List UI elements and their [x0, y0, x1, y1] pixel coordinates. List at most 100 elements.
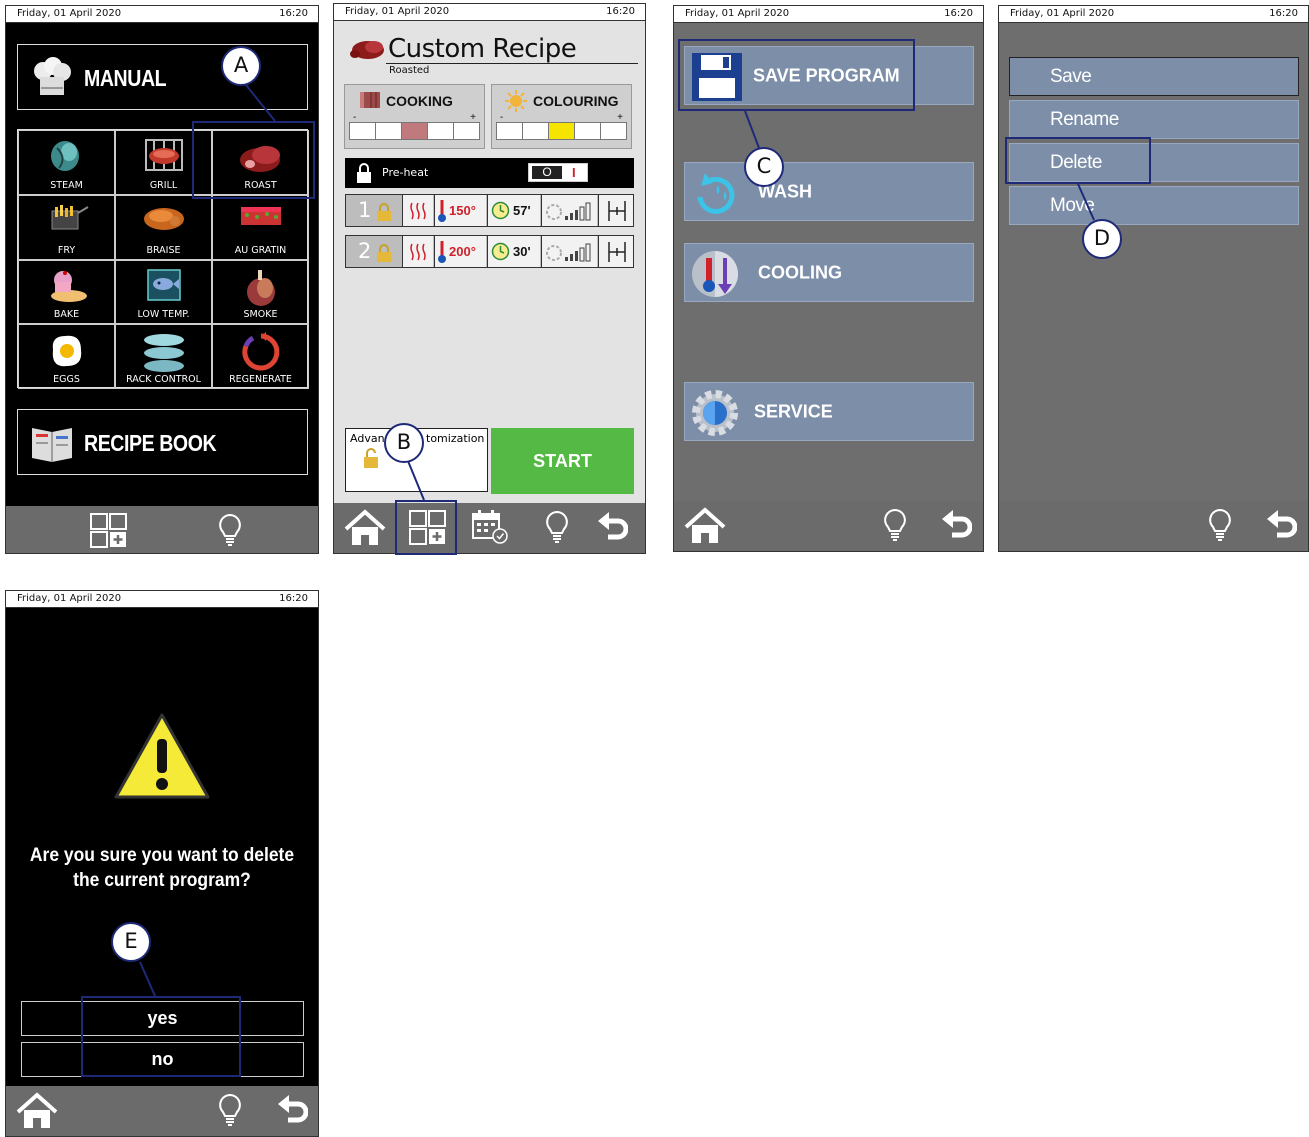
colouring-level-5[interactable] — [601, 123, 626, 139]
braise-icon — [143, 207, 184, 230]
mode-label: SMOKE — [243, 309, 278, 321]
temperature-cell[interactable]: 200° — [434, 236, 486, 267]
cooling-button[interactable]: COOLING — [684, 243, 974, 302]
callout-c: C — [744, 147, 784, 187]
question-line-1: Are you sure you want to delete — [29, 845, 295, 866]
advanced-label-left: Advan — [350, 432, 385, 445]
lock-icon — [357, 163, 371, 183]
mode-eggs[interactable]: EGGS — [18, 324, 115, 389]
manual-label: MANUAL — [84, 65, 167, 91]
toggle-on-label: I — [572, 165, 576, 180]
back-arrow-icon[interactable] — [1265, 507, 1297, 545]
colouring-level-4[interactable] — [575, 123, 600, 139]
mode-braise[interactable]: BRAISE — [115, 194, 212, 260]
status-bar: Friday, 01 April 2020 16:20 — [674, 6, 983, 23]
phase-number: 1 — [358, 198, 372, 222]
status-date: Friday, 01 April 2020 — [345, 6, 450, 17]
add-program-icon[interactable] — [89, 513, 129, 549]
temperature-cell[interactable]: 150° — [434, 195, 486, 226]
cooking-level-1[interactable] — [350, 123, 375, 139]
recipe-book-label: RECIPE BOOK — [84, 430, 217, 456]
calendar-icon[interactable] — [471, 509, 509, 545]
home-icon[interactable] — [16, 1092, 58, 1130]
rename-option[interactable]: Rename — [1009, 100, 1299, 139]
bottom-bar — [6, 1086, 318, 1136]
home-icon[interactable] — [684, 507, 726, 545]
recipe-book-button[interactable]: RECIPE BOOK — [17, 409, 308, 475]
grill-icon — [144, 139, 183, 171]
status-time: 16:20 — [279, 593, 308, 604]
rack-control-icon — [143, 334, 184, 373]
callout-d: D — [1082, 219, 1122, 259]
mode-low-temp[interactable]: LOW TEMP. — [115, 259, 212, 325]
highlight-add-program — [395, 500, 457, 555]
cooking-level-3[interactable] — [402, 123, 427, 139]
service-button[interactable]: SERVICE — [684, 382, 974, 441]
back-arrow-icon[interactable] — [596, 509, 628, 547]
toggle-off-label: O — [542, 165, 552, 179]
advanced-label-right: tomization — [426, 432, 485, 445]
cooking-scale[interactable] — [349, 122, 480, 140]
phase-row-2[interactable]: 2 200° 30' — [345, 235, 634, 268]
status-time: 16:20 — [279, 8, 308, 19]
damper-cell[interactable] — [598, 195, 633, 226]
mode-label: LOW TEMP. — [137, 309, 190, 321]
lightbulb-icon[interactable] — [1207, 508, 1233, 542]
colouring-level-1[interactable] — [497, 123, 522, 139]
manual-button[interactable]: MANUAL — [17, 44, 308, 110]
lightbulb-icon[interactable] — [217, 1093, 243, 1127]
start-button[interactable]: START — [491, 428, 634, 494]
colouring-level-2[interactable] — [523, 123, 548, 139]
option-label: Save — [1050, 66, 1092, 87]
back-arrow-icon[interactable] — [940, 507, 972, 545]
preheat-label: Pre-heat — [382, 166, 429, 179]
mode-rack-control[interactable]: RACK CONTROL — [115, 324, 212, 389]
mode-label: REGENERATE — [229, 374, 292, 385]
mode-au-gratin[interactable]: AU GRATIN — [212, 194, 309, 260]
colouring-sun-icon — [505, 90, 527, 112]
time-cell[interactable]: 57' — [487, 195, 540, 226]
mode-steam[interactable]: STEAM — [18, 130, 115, 195]
lightbulb-icon[interactable] — [544, 510, 570, 544]
heat-cell[interactable] — [402, 195, 433, 226]
colouring-scale[interactable] — [496, 122, 627, 140]
home-icon[interactable] — [344, 509, 386, 547]
back-arrow-icon[interactable] — [276, 1092, 308, 1130]
move-option[interactable]: Move — [1009, 186, 1299, 225]
heat-waves-icon — [410, 243, 426, 261]
wash-button[interactable]: WASH — [684, 162, 974, 221]
cooking-level-5[interactable] — [454, 123, 479, 139]
fan-cell[interactable] — [541, 195, 597, 226]
phase-row-1[interactable]: 1 150° 57' — [345, 194, 634, 227]
colouring-level-3[interactable] — [549, 123, 574, 139]
au-gratin-icon — [240, 206, 281, 225]
lightbulb-icon[interactable] — [882, 508, 908, 542]
custom-recipe-screen: Friday, 01 April 2020 16:20 Custom Recip… — [333, 3, 646, 554]
roast-meat-icon — [350, 41, 384, 59]
damper-icon — [608, 201, 626, 221]
time-cell[interactable]: 30' — [487, 236, 540, 267]
chef-hat-icon — [34, 57, 71, 95]
status-time: 16:20 — [606, 6, 635, 17]
save-option[interactable]: Save — [1009, 57, 1299, 96]
status-bar: Friday, 01 April 2020 16:20 — [999, 6, 1308, 23]
damper-icon — [608, 242, 626, 262]
cooking-selector[interactable]: COOKING - + — [344, 84, 485, 149]
mode-regenerate[interactable]: REGENERATE — [212, 324, 309, 389]
mode-fry[interactable]: FRY — [18, 194, 115, 260]
cooking-level-4[interactable] — [428, 123, 453, 139]
preheat-toggle[interactable]: O I — [528, 163, 588, 182]
cooking-level-2[interactable] — [376, 123, 401, 139]
colouring-selector[interactable]: COLOURING - + — [491, 84, 632, 149]
heat-cell[interactable] — [402, 236, 433, 267]
mode-smoke[interactable]: SMOKE — [212, 259, 309, 325]
mode-bake[interactable]: BAKE — [18, 259, 115, 325]
status-date: Friday, 01 April 2020 — [17, 593, 122, 604]
lightbulb-icon[interactable] — [217, 513, 243, 547]
status-time: 16:20 — [1269, 8, 1298, 19]
option-label: Move — [1050, 195, 1095, 216]
cooking-meat-icon — [360, 92, 380, 108]
phase-time: 57' — [513, 203, 531, 218]
fan-cell[interactable] — [541, 236, 597, 267]
damper-cell[interactable] — [598, 236, 633, 267]
